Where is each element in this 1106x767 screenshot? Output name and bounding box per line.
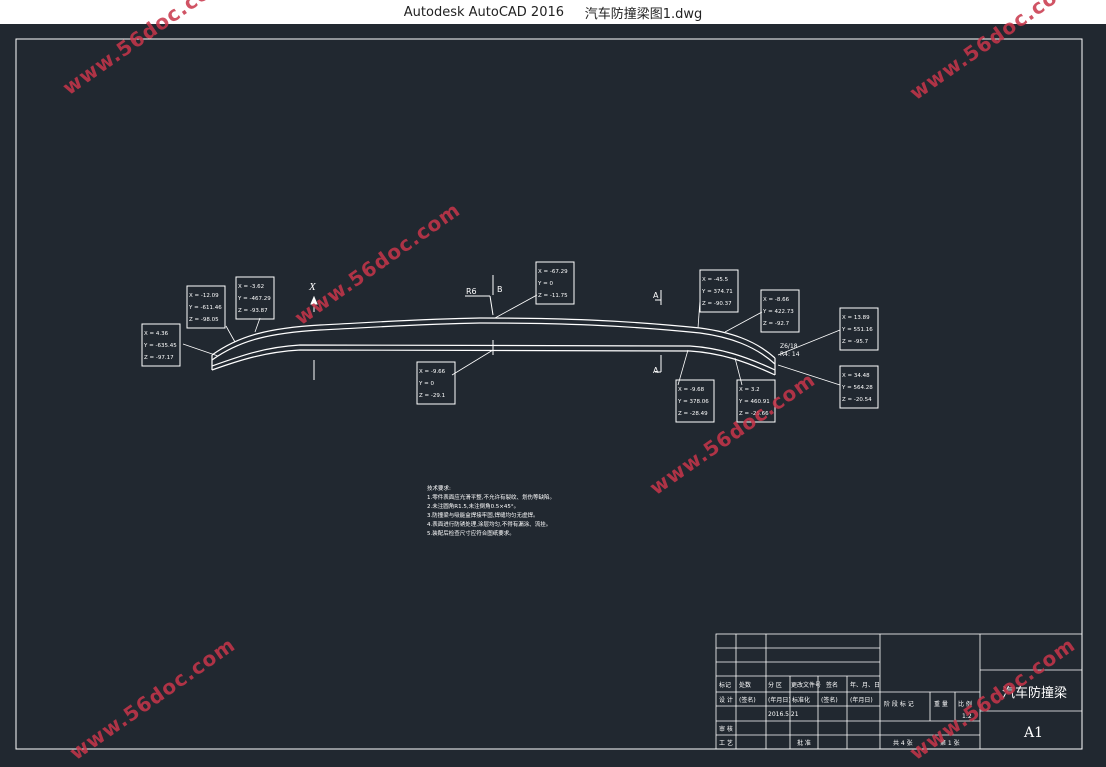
coordinate-callout[interactable]: X = -3.62 Y = -467.29 Z = -93.87: [235, 276, 275, 320]
coordinate-callout[interactable]: X = -45.5 Y = 374.71 Z = -90.37: [699, 269, 739, 313]
tb-process-label: 工 艺: [719, 739, 733, 747]
notes-line-1: 1.零件表面应光滑平整,不允许有裂纹、划伤等缺陷。: [427, 493, 555, 501]
coordinate-callout[interactable]: X = 34.48 Y = 564.28 Z = -20.54: [839, 365, 879, 409]
tb-header-mark: 标记: [719, 681, 731, 689]
callout-y-value: Y = -611.46: [188, 305, 222, 311]
callout-z-value: Z = -20.54: [842, 397, 872, 403]
notes-line-3: 3.防撞梁与吸能盒焊接牢固,焊缝均匀无虚焊。: [427, 511, 539, 519]
tb-value-sign-1: (签名): [739, 696, 756, 704]
tb-drafter-date: 2016.5.21: [768, 711, 799, 718]
tb-value-sign-2: (签名): [821, 696, 838, 704]
notes-line-4: 4.表面进行防锈处理,涂层均匀,不得有漏涂、流挂。: [427, 520, 551, 528]
callout-y-value: Y = 0: [537, 281, 553, 287]
technical-notes: 技术要求: 1.零件表面应光滑平整,不允许有裂纹、划伤等缺陷。 2.未注圆角R1…: [427, 484, 555, 537]
drawing-canvas[interactable]: X R6 B A A Z6/18 R4: 14 X = 4.36Y = -635…: [0, 24, 1106, 767]
callout-z-value: Z = -29.1: [419, 393, 445, 399]
callout-x-value: X = -45.5: [702, 277, 729, 283]
callout-z-value: Z = -92.7: [763, 321, 790, 327]
callout-x-value: X = -9.68: [678, 387, 705, 393]
drawing-border: [15, 38, 1083, 750]
tb-header-date: 年、月、日: [850, 681, 880, 689]
callout-y-value: Y = 551.16: [841, 327, 873, 333]
callout-y-value: Y = -635.45: [143, 343, 177, 349]
tb-header-sign: 签名: [826, 681, 838, 689]
notes-heading: 技术要求:: [427, 484, 451, 492]
coordinate-callout[interactable]: X = -12.09 Y = -611.46 Z = -98.05: [186, 285, 226, 329]
coordinate-callout[interactable]: X = -9.68 Y = 378.06 Z = -28.49: [675, 379, 715, 423]
coordinate-callout[interactable]: X = 4.36 Y = -635.45 Z = -97.17: [141, 323, 181, 367]
callout-z-value: Z = -97.17: [144, 355, 174, 361]
tb-stage-header: 阶 段 标 记: [884, 700, 914, 708]
coordinate-callout[interactable]: X = -9.66 Y = 0 Z = -29.1: [416, 361, 456, 405]
section-label-a-bottom: A: [653, 366, 659, 375]
callout-z-value: Z = -28.49: [678, 411, 708, 417]
coordinate-callout[interactable]: X = 13.89 Y = 551.16 Z = -95.7: [839, 307, 879, 351]
section-label-b: B: [497, 285, 503, 294]
callout-y-value: Y = 374.71: [701, 289, 733, 295]
callout-x-value: X = -67.29: [538, 269, 568, 275]
section-label-a-top: A: [653, 291, 659, 300]
tb-check-label: 审 核: [719, 725, 733, 733]
tb-value-date-2: (年月日): [850, 696, 873, 704]
notes-line-2: 2.未注圆角R1.5,未注倒角0.5×45°。: [427, 502, 519, 510]
tb-design-label: 设 计: [719, 696, 733, 704]
tb-weight-header: 重 量: [934, 700, 948, 708]
callout-x-value: X = -8.66: [763, 297, 790, 303]
callout-y-value: Y = 564.28: [841, 385, 873, 391]
callout-y-value: Y = 0: [418, 381, 434, 387]
callout-x-value: X = -3.62: [238, 284, 264, 290]
callout-x-value: X = 3.2: [739, 387, 760, 393]
tb-standardization: 标准化: [792, 696, 810, 704]
tb-header-count: 处数: [739, 681, 751, 689]
tb-value-date-1: (年月日): [768, 696, 791, 704]
coordinate-callout[interactable]: X = -67.29 Y = 0 Z = -11.75: [535, 261, 575, 305]
app-title: Autodesk AutoCAD 2016: [403, 4, 565, 20]
callout-x-value: X = 13.89: [842, 315, 870, 321]
document-title: 汽车防撞梁图1.dwg: [584, 6, 703, 22]
callout-x-value: X = 4.36: [144, 331, 169, 337]
tb-header-doc: 更改文件号: [791, 681, 821, 689]
leader-lines: [182, 294, 841, 386]
callout-x-value: X = -9.66: [419, 369, 446, 375]
tb-header-zone: 分 区: [768, 681, 782, 689]
coordinate-callout[interactable]: X = -8.66 Y = 422.73 Z = -92.7: [760, 289, 800, 333]
callout-z-value: Z = -98.05: [189, 317, 219, 323]
callout-y-value: Y = -467.29: [237, 296, 271, 302]
tb-approve-label: 批 准: [797, 739, 811, 747]
callout-x-value: X = 34.48: [842, 373, 870, 379]
callout-y-value: Y = 378.06: [677, 399, 709, 405]
callout-z-value: Z = -95.7: [842, 339, 869, 345]
notes-line-5: 5.装配后检查尺寸应符合图纸要求。: [427, 529, 515, 537]
callout-x-value: X = -12.09: [189, 293, 219, 299]
callout-z-value: Z = -11.75: [538, 293, 568, 299]
callout-z-value: Z = -90.37: [702, 301, 732, 307]
callout-z-value: Z = -93.87: [238, 308, 268, 314]
angle-label-1: Z6/18: [780, 343, 798, 350]
callout-y-value: Y = 422.73: [762, 309, 794, 315]
sheet-size: A1: [1023, 725, 1043, 741]
radius-label: R6: [466, 287, 477, 296]
angle-label-2: R4: 14: [780, 351, 800, 358]
